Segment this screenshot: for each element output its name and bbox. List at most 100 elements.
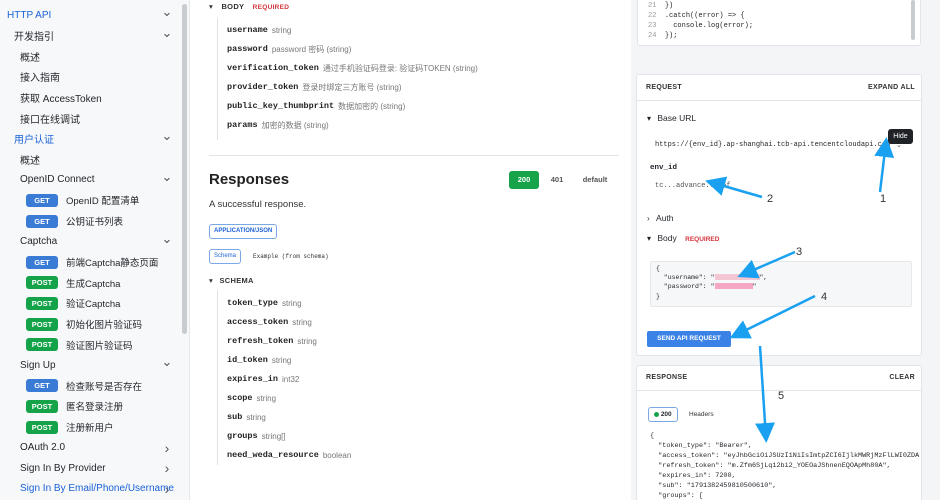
code-text: console.log(error); — [664, 22, 754, 30]
sidebar-item[interactable]: POST 验证图片验证码 — [0, 335, 184, 355]
schema-header[interactable]: ▾ SCHEMA — [209, 276, 254, 285]
code-text: }) — [664, 2, 674, 10]
field-name: groups — [227, 431, 258, 441]
sidebar-item[interactable]: Sign In By Provider › — [0, 458, 184, 478]
sidebar-item[interactable]: POST 注册新用户 — [0, 417, 184, 437]
body-line: "username": " ", — [656, 274, 768, 281]
method-badge: POST — [26, 420, 58, 434]
chevron-right-icon[interactable]: › — [160, 441, 174, 455]
chevron-right-icon: › — [647, 214, 650, 223]
sidebar-item[interactable]: GET 检查账号是否存在 — [0, 376, 184, 396]
body-param-row: username string — [227, 22, 291, 38]
method-badge: POST — [26, 317, 58, 331]
sidebar-item[interactable]: OAuth 2.0 › — [0, 438, 184, 458]
param-desc: 通过手机验证码登录: 验证码TOKEN (string) — [322, 63, 478, 73]
field-type: string — [292, 317, 312, 327]
body-section-header[interactable]: ▾ BODY REQUIRED — [209, 2, 289, 11]
schema-tab[interactable]: Schema — [209, 249, 242, 264]
chevron-down-icon[interactable]: ⌄ — [160, 129, 174, 146]
method-badge: POST — [26, 399, 58, 413]
code-line: 22 .catch((error) => { — [648, 12, 745, 20]
sidebar-item[interactable]: 概述 — [0, 46, 184, 66]
sidebar-item[interactable]: GET OpenID 配置清单 — [0, 190, 184, 210]
sidebar-item-label: 开发指引 — [14, 32, 54, 44]
chevron-down-icon[interactable]: ⌄ — [160, 355, 174, 372]
body-line: { — [656, 265, 660, 272]
body-editor[interactable]: { "username": " ", "password": " " } — [650, 261, 912, 307]
sidebar-item[interactable]: 开发指引 ⌄ — [0, 26, 184, 46]
chevron-down-icon: ▾ — [209, 276, 214, 285]
tree-line — [217, 290, 218, 465]
sidebar-item[interactable]: POST 初始化图片验证码 — [0, 314, 184, 334]
env-id-input[interactable]: tc...advance...c6f — [655, 182, 731, 190]
body-param-row: public_key_thumbprint 数据加密的 (string) — [227, 98, 405, 114]
sidebar-item[interactable]: HTTP API ⌄ — [0, 5, 184, 25]
annotation-4: 4 — [821, 291, 828, 303]
field-type: string — [282, 298, 302, 308]
param-name: verification_token — [227, 63, 319, 73]
sidebar-item[interactable]: Sign In By Email/Phone/Username › — [0, 479, 184, 499]
expand-all-button[interactable]: EXPAND ALL — [868, 84, 915, 91]
sidebar-item[interactable]: Captcha ⌄ — [0, 232, 184, 252]
json-line: { — [650, 432, 655, 440]
base-url-toggle[interactable]: ▾ Base URL — [647, 113, 696, 123]
param-name: params — [227, 120, 258, 130]
json-line: "refresh_token": "m.Zfm6SjLq12bi2_YOEOaJ… — [650, 462, 891, 470]
code-scrollbar[interactable] — [911, 0, 915, 40]
sidebar-item[interactable]: 接口在线调试 — [0, 108, 184, 128]
sidebar-item-label: 验证Captcha — [66, 299, 121, 311]
sidebar-item[interactable]: Sign Up ⌄ — [0, 355, 184, 375]
sidebar-item[interactable]: 接入指南 — [0, 67, 184, 87]
method-badge: GET — [26, 255, 58, 269]
sidebar-item-label: 验证图片验证码 — [66, 340, 133, 352]
status-tab-200[interactable]: 200 — [509, 171, 539, 189]
sidebar-item[interactable]: 获取 AccessToken — [0, 87, 184, 107]
send-api-request-button[interactable]: SEND API REQUEST — [647, 331, 731, 347]
divider — [637, 100, 921, 101]
sidebar-item[interactable]: OpenID Connect ⌄ — [0, 170, 184, 190]
line-number: 23 — [648, 22, 665, 30]
responses-title: Responses — [209, 171, 290, 188]
param-name: username — [227, 25, 268, 35]
sidebar-item[interactable]: 用户认证 ⌄ — [0, 129, 184, 149]
sidebar-scrollbar[interactable] — [182, 4, 187, 334]
sidebar-item-label: Sign Up — [20, 359, 56, 371]
sidebar-item[interactable]: GET 前端Captcha静态页面 — [0, 252, 184, 272]
sidebar-item[interactable]: POST 验证Captcha — [0, 293, 184, 313]
code-text: .catch((error) => { — [664, 12, 745, 20]
sidebar-item[interactable]: POST 匿名登录注册 — [0, 396, 184, 416]
chevron-down-icon[interactable]: ⌄ — [160, 26, 174, 43]
body-line: } — [656, 293, 660, 300]
sidebar-item-label: 前端Captcha静态页面 — [66, 258, 159, 270]
sidebar-item[interactable]: GET 公钥证书列表 — [0, 211, 184, 231]
body-toggle[interactable]: ▾ Body REQUIRED — [647, 233, 719, 243]
chevron-down-icon[interactable]: ⌄ — [160, 5, 174, 22]
chevron-down-icon[interactable]: ⌄ — [160, 170, 174, 187]
sidebar-item[interactable]: 概述 — [0, 149, 184, 169]
annotation-3: 3 — [796, 246, 803, 258]
content-type-badge[interactable]: APPLICATION/JSON — [209, 224, 278, 239]
sidebar-item-label: 检查账号是否存在 — [66, 381, 143, 393]
line-number: 24 — [648, 32, 665, 40]
clear-button[interactable]: CLEAR — [889, 374, 915, 381]
sidebar-nav: HTTP API ⌄ 开发指引 ⌄ 概述 接入指南 获取 AccessToken 接口在线调试… — [0, 0, 190, 500]
auth-toggle[interactable]: › Auth — [647, 213, 674, 223]
sidebar-item[interactable]: POST 生成Captcha — [0, 273, 184, 293]
sidebar-item-label: Sign In By Email/Phone/Username — [20, 483, 174, 495]
status-200-tab[interactable]: 200 — [648, 407, 678, 422]
sidebar-item-label: 公钥证书列表 — [66, 217, 124, 228]
chevron-right-icon[interactable]: › — [160, 482, 174, 496]
sidebar-item-label: 概述 — [20, 52, 40, 64]
status-tab-default[interactable]: default — [577, 171, 613, 189]
sidebar-item-label: 生成Captcha — [66, 278, 121, 290]
base-url-value[interactable]: https://{env_id}.ap-shanghai.tcb-api.ten… — [655, 141, 890, 149]
example-tab[interactable]: Example (from schema) — [253, 253, 329, 260]
chevron-down-icon[interactable]: ⌄ — [160, 232, 174, 249]
sidebar-item-label: 初始化图片验证码 — [66, 320, 143, 331]
chevron-down-icon[interactable]: ⌄ — [896, 141, 902, 149]
headers-tab[interactable]: Headers — [689, 411, 714, 418]
chevron-right-icon[interactable]: › — [160, 461, 174, 475]
status-tab-401[interactable]: 401 — [543, 171, 571, 189]
json-key: "password": " — [656, 283, 715, 290]
code-line: 21 }) — [648, 2, 673, 10]
